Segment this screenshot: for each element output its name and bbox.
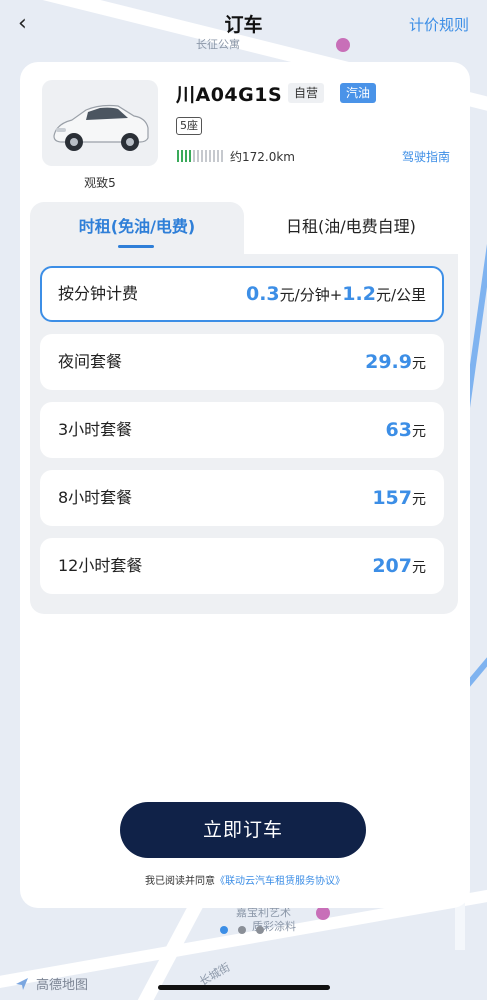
plan-price: 0.3元/分钟+1.2元/公里 xyxy=(246,268,426,321)
plan-3-hours[interactable]: 3小时套餐 63元 xyxy=(40,402,444,458)
price-unit: 元 xyxy=(412,356,426,372)
gauge-segment xyxy=(185,150,187,162)
rental-tabs: 时租(免油/电费) 日租(油/电费自理) xyxy=(30,202,458,256)
plan-list: 按分钟计费 0.3元/分钟+1.2元/公里 夜间套餐 29.9元 3小时套餐 6… xyxy=(30,254,458,614)
price-unit: 元/公里 xyxy=(375,286,426,304)
plan-label: 8小时套餐 xyxy=(58,488,133,507)
price-unit: 元 xyxy=(412,424,426,440)
tab-daily-label: 日租(油/电费自理) xyxy=(286,217,416,236)
service-agreement-link[interactable]: 《联动云汽车租赁服务协议》 xyxy=(215,876,345,887)
plan-price: 29.9元 xyxy=(365,334,426,392)
gauge-segment xyxy=(221,150,223,162)
page-dot[interactable] xyxy=(256,926,264,934)
gauge-segment xyxy=(197,150,199,162)
gauge-segment xyxy=(189,150,191,162)
gauge-segment xyxy=(217,150,219,162)
plan-label: 按分钟计费 xyxy=(58,284,139,303)
price-unit: 元 xyxy=(412,492,426,508)
page-indicator xyxy=(220,926,264,934)
home-indicator[interactable] xyxy=(158,985,330,990)
page-dot[interactable] xyxy=(238,926,246,934)
map-poi-icon xyxy=(316,906,330,920)
gauge-segment xyxy=(193,150,195,162)
car-image xyxy=(42,80,158,166)
range-text: 约172.0km xyxy=(230,150,295,164)
tab-daily[interactable]: 日租(油/电费自理) xyxy=(244,202,458,256)
plan-label: 3小时套餐 xyxy=(58,420,133,439)
gauge-segment xyxy=(209,150,211,162)
plan-night[interactable]: 夜间套餐 29.9元 xyxy=(40,334,444,390)
plan-label: 12小时套餐 xyxy=(58,556,143,575)
fuel-type-badge: 汽油 xyxy=(340,83,377,103)
gauge-segment xyxy=(213,150,215,162)
gauge-segment xyxy=(177,150,179,162)
plan-price: 63元 xyxy=(386,402,426,460)
plan-per-minute[interactable]: 按分钟计费 0.3元/分钟+1.2元/公里 xyxy=(40,266,444,322)
tab-hourly-label: 时租(免油/电费) xyxy=(78,217,196,236)
tab-underline xyxy=(118,245,154,248)
pricing-rules-link[interactable]: 计价规则 xyxy=(409,14,469,35)
price-per-minute: 0.3 xyxy=(245,283,280,305)
fuel-level-gauge xyxy=(177,150,223,162)
license-plate: 川A04G1S xyxy=(176,84,283,106)
self-operated-badge: 自营 xyxy=(288,83,325,103)
navigation-arrow-icon xyxy=(16,977,28,990)
plan-price: 157元 xyxy=(372,470,426,528)
page-dot[interactable] xyxy=(220,926,228,934)
price-unit: 元/分钟+ xyxy=(279,286,343,304)
plan-8-hours[interactable]: 8小时套餐 157元 xyxy=(40,470,444,526)
gauge-segment xyxy=(205,150,207,162)
plan-price: 207元 xyxy=(372,538,426,596)
agreement-text: 我已阅读并同意《联动云汽车租赁服务协议》 xyxy=(20,872,470,887)
gauge-segment xyxy=(181,150,183,162)
agreement-prefix: 我已阅读并同意 xyxy=(145,876,215,887)
price-value: 207 xyxy=(372,555,412,577)
order-card: 观致5 川A04G1S 自营 汽油 5座 约172.0km 驾驶指南 时租(免油… xyxy=(20,62,470,908)
map-provider-name: 高德地图 xyxy=(36,978,89,993)
plan-12-hours[interactable]: 12小时套餐 207元 xyxy=(40,538,444,594)
driving-guide-link[interactable]: 驾驶指南 xyxy=(402,148,450,165)
plan-label: 夜间套餐 xyxy=(58,352,123,371)
price-value: 157 xyxy=(372,487,412,509)
map-provider-logo: 高德地图 xyxy=(14,974,88,993)
price-value: 29.9 xyxy=(365,351,412,373)
price-value: 63 xyxy=(385,419,412,441)
price-per-km: 1.2 xyxy=(342,283,376,305)
price-unit: 元 xyxy=(412,560,426,576)
car-icon xyxy=(53,104,149,151)
tab-hourly[interactable]: 时租(免油/电费) xyxy=(30,202,244,256)
book-now-button[interactable]: 立即订车 xyxy=(120,802,366,858)
car-model: 观致5 xyxy=(84,176,116,190)
top-bar: ‹ 订车 计价规则 xyxy=(0,0,487,50)
gauge-segment xyxy=(201,150,203,162)
seats-badge: 5座 xyxy=(176,117,202,135)
